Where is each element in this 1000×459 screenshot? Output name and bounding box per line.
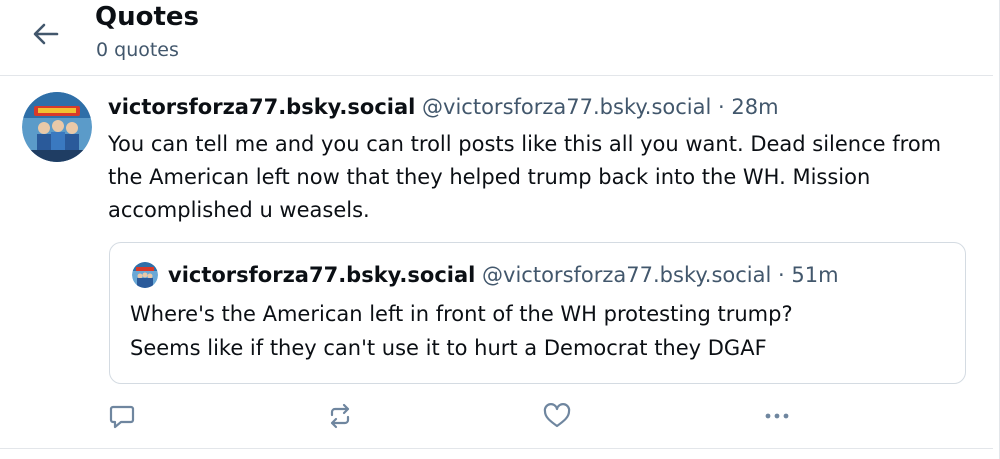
quote-count: 0 quotes [96,39,179,61]
quoted-avatar [132,262,158,288]
avatar[interactable] [22,92,92,162]
arrow-left-icon [33,23,59,45]
like-button[interactable] [539,398,575,434]
quoted-post-text: Where's the American left in front of th… [130,297,950,365]
reply-button[interactable] [104,398,140,434]
reply-bubble-icon [109,405,135,429]
author-handle[interactable]: @victorsforza77.bsky.social [422,95,711,119]
page-header: Quotes 0 quotes [0,0,993,76]
post-text: You can tell me and you can troll posts … [108,132,942,222]
more-dots-icon [765,413,789,419]
post[interactable]: victorsforza77.bsky.social @victorsforza… [0,76,993,449]
back-button[interactable] [26,14,66,54]
repost-button[interactable] [322,398,358,434]
page-title: Quotes [95,2,200,32]
quotes-page: Quotes 0 quotes victorsforza77.bsky.soci… [0,0,1000,459]
post-author-line: victorsforza77.bsky.social @victorsforza… [108,92,779,122]
quoted-timestamp[interactable]: 51m [791,263,838,287]
quoted-author-handle[interactable]: @victorsforza77.bsky.social [482,263,771,287]
repost-icon [330,403,350,429]
author-name[interactable]: victorsforza77.bsky.social [108,95,415,119]
quoted-author-line: victorsforza77.bsky.social @victorsforza… [168,260,839,290]
heart-icon [543,403,571,428]
quoted-post-card[interactable]: victorsforza77.bsky.social @victorsforza… [109,242,966,384]
separator-dot: · [718,95,725,119]
post-actions [0,398,993,434]
post-timestamp[interactable]: 28m [731,95,778,119]
quoted-avatar-image [132,262,158,288]
quoted-author-name[interactable]: victorsforza77.bsky.social [168,263,475,287]
quoted-text-line: Seems like if they can't use it to hurt … [130,336,767,360]
quoted-separator-dot: · [778,263,785,287]
more-options-button[interactable] [759,398,795,434]
quoted-text-line: Where's the American left in front of th… [130,302,793,326]
avatar-image [22,92,92,162]
